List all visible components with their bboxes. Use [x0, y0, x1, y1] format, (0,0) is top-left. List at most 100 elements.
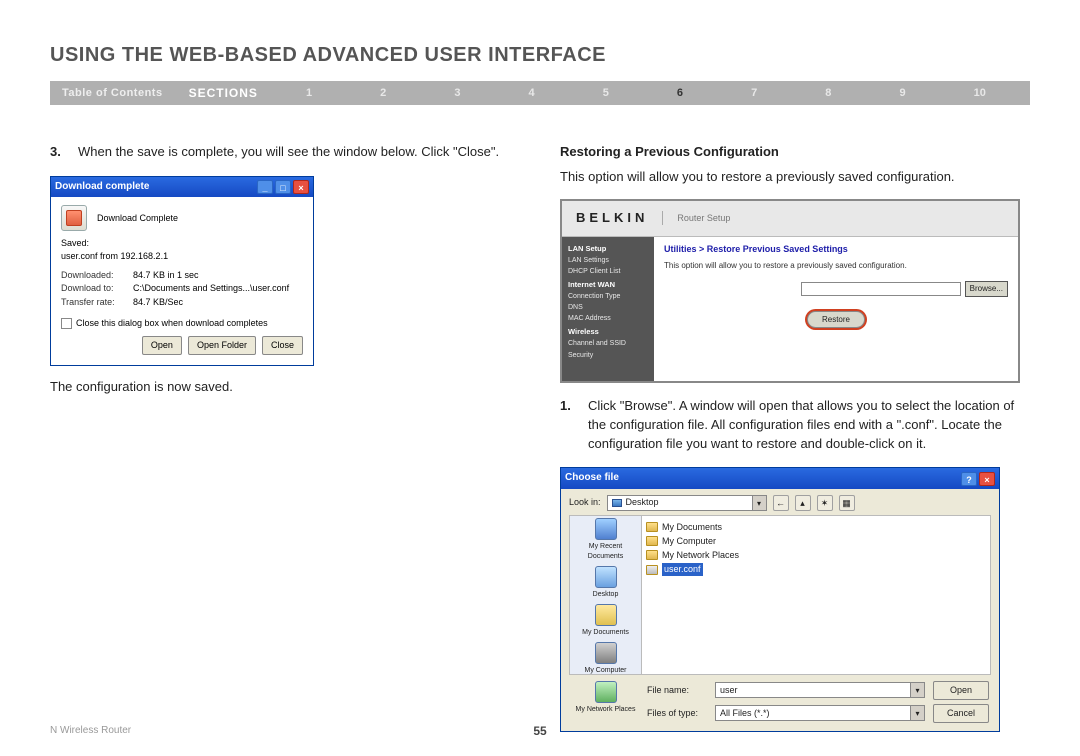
downloaded-value: 84.7 KB in 1 sec: [133, 269, 199, 282]
section-link-9[interactable]: 9: [899, 87, 905, 99]
file-item[interactable]: My Computer: [646, 535, 986, 548]
choose-file-dialog: Choose file ? × Look in: Desktop ▾: [560, 467, 1000, 732]
footer-product-name: N Wireless Router: [50, 725, 131, 736]
side-desktop-label: Desktop: [593, 590, 619, 600]
file-icon: [646, 565, 658, 575]
help-icon[interactable]: ?: [961, 472, 977, 486]
lookin-label: Look in:: [569, 496, 601, 509]
computer-icon: [595, 642, 617, 664]
back-icon[interactable]: ←: [773, 495, 789, 511]
download-complete-dialog: Download complete _ □ × Download Complet…: [50, 176, 314, 366]
side-desktop[interactable]: Desktop: [570, 564, 641, 602]
sidebar-dhcp-client[interactable]: DHCP Client List: [568, 266, 648, 277]
restore-file-input[interactable]: [801, 282, 961, 296]
section-link-6[interactable]: 6: [677, 87, 683, 99]
chevron-down-icon: ▾: [910, 683, 924, 697]
file-item[interactable]: My Network Places: [646, 549, 986, 562]
file-item[interactable]: My Documents: [646, 521, 986, 534]
file-name: My Documents: [662, 521, 722, 534]
section-link-5[interactable]: 5: [603, 87, 609, 99]
download-heading: Download Complete: [97, 212, 178, 225]
side-recent-label: My Recent Documents: [572, 542, 639, 562]
page-number: 55: [533, 724, 546, 738]
belkin-logo: BELKIN: [576, 209, 648, 228]
dialog-title: Download complete: [55, 180, 149, 195]
chevron-down-icon: ▾: [752, 496, 766, 510]
filename-value: user: [720, 684, 738, 697]
router-sidebar: LAN Setup LAN Settings DHCP Client List …: [562, 237, 654, 381]
dialog-titlebar: Download complete _ □ ×: [51, 177, 313, 198]
sidebar-security[interactable]: Security: [568, 350, 648, 361]
filetype-label: Files of type:: [647, 707, 707, 720]
desktop-icon: [595, 566, 617, 588]
file-item-selected[interactable]: user.conf: [646, 563, 986, 576]
restore-intro: This option will allow you to restore a …: [560, 168, 1030, 187]
close-button[interactable]: Close: [262, 336, 303, 355]
router-setup-panel: BELKIN Router Setup LAN Setup LAN Settin…: [560, 199, 1020, 383]
router-head-sub: Router Setup: [677, 212, 730, 225]
minimize-icon[interactable]: _: [257, 180, 273, 194]
sidebar-dns[interactable]: DNS: [568, 302, 648, 313]
sidebar-channel-ssid[interactable]: Channel and SSID: [568, 338, 648, 349]
saved-value: user.conf from 192.168.2.1: [61, 250, 303, 263]
maximize-icon[interactable]: □: [275, 180, 291, 194]
lookin-dropdown[interactable]: Desktop ▾: [607, 495, 767, 511]
close-icon[interactable]: ×: [979, 472, 995, 486]
side-mydocs[interactable]: My Documents: [570, 602, 641, 640]
auto-close-checkbox[interactable]: [61, 318, 72, 329]
file-name: My Network Places: [662, 549, 739, 562]
nav-sections-label: SECTIONS: [175, 86, 272, 100]
sidebar-mac-address[interactable]: MAC Address: [568, 313, 648, 324]
close-icon[interactable]: ×: [293, 180, 309, 194]
restore-subhead: Restoring a Previous Configuration: [560, 143, 1030, 162]
up-folder-icon[interactable]: ▴: [795, 495, 811, 511]
filename-input[interactable]: user ▾: [715, 682, 925, 698]
recent-icon: [595, 518, 617, 540]
sidebar-lan-setup[interactable]: LAN Setup: [568, 243, 648, 255]
download-icon: [61, 205, 87, 231]
auto-close-label: Close this dialog box when download comp…: [76, 317, 268, 330]
section-link-7[interactable]: 7: [751, 87, 757, 99]
right-step-number: 1.: [560, 397, 578, 454]
section-link-3[interactable]: 3: [454, 87, 460, 99]
folder-icon: [595, 604, 617, 626]
lookin-value: Desktop: [626, 496, 659, 509]
views-icon[interactable]: ▦: [839, 495, 855, 511]
download-to-label: Download to:: [61, 282, 133, 295]
sidebar-internet-wan[interactable]: Internet WAN: [568, 279, 648, 291]
nav-toc-link[interactable]: Table of Contents: [50, 87, 175, 99]
restore-button[interactable]: Restore: [807, 311, 865, 329]
network-icon: [595, 681, 617, 703]
new-folder-icon[interactable]: ✶: [817, 495, 833, 511]
saved-label: Saved:: [61, 237, 303, 250]
left-step-number: 3.: [50, 143, 68, 162]
router-breadcrumb: Utilities > Restore Previous Saved Setti…: [664, 243, 1008, 256]
open-button[interactable]: Open: [142, 336, 182, 355]
file-name: My Computer: [662, 535, 716, 548]
filetype-dropdown[interactable]: All Files (*.*) ▾: [715, 705, 925, 721]
side-mynet-label: My Network Places: [576, 705, 636, 715]
side-mycomp[interactable]: My Computer: [570, 640, 641, 678]
open-folder-button[interactable]: Open Folder: [188, 336, 256, 355]
section-link-1[interactable]: 1: [306, 87, 312, 99]
open-button[interactable]: Open: [933, 681, 989, 700]
filetype-value: All Files (*.*): [720, 707, 770, 720]
section-link-8[interactable]: 8: [825, 87, 831, 99]
section-link-10[interactable]: 10: [974, 87, 986, 99]
side-recent[interactable]: My Recent Documents: [570, 516, 641, 564]
cancel-button[interactable]: Cancel: [933, 704, 989, 723]
file-name: user.conf: [662, 563, 703, 576]
side-mynet[interactable]: My Network Places: [570, 679, 641, 717]
sidebar-connection-type[interactable]: Connection Type: [568, 291, 648, 302]
section-nav-bar: Table of Contents SECTIONS 1 2 3 4 5 6 7 8 9 10: [50, 81, 1030, 105]
section-link-2[interactable]: 2: [380, 87, 386, 99]
download-to-value: C:\Documents and Settings...\user.conf: [133, 282, 289, 295]
sidebar-lan-settings[interactable]: LAN Settings: [568, 255, 648, 266]
config-saved-text: The configuration is now saved.: [50, 378, 520, 397]
sidebar-wireless[interactable]: Wireless: [568, 326, 648, 338]
section-link-4[interactable]: 4: [529, 87, 535, 99]
file-list: My Documents My Computer My Network Plac…: [642, 516, 990, 674]
browse-button[interactable]: Browse...: [965, 281, 1008, 297]
router-desc: This option will allow you to restore a …: [664, 260, 1008, 272]
downloaded-label: Downloaded:: [61, 269, 133, 282]
